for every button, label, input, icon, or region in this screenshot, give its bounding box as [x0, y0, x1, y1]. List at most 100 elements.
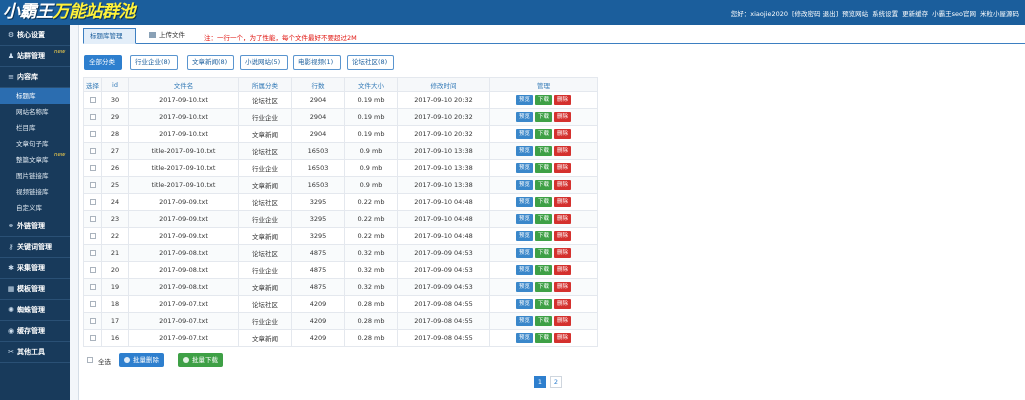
preview-button[interactable]: 预览: [515, 231, 533, 241]
row-checkbox[interactable]: [89, 267, 96, 273]
sidebar-subitem[interactable]: 视频链接库: [0, 184, 70, 200]
sidebar-item[interactable]: ≡ 内容库: [0, 67, 70, 88]
delete-button[interactable]: 删除: [554, 333, 572, 343]
filename-cell: 2017-09-10.txt: [128, 91, 239, 109]
row-checkbox[interactable]: [89, 284, 96, 290]
download-button[interactable]: 下载: [534, 282, 552, 292]
preview-button[interactable]: 预览: [515, 146, 533, 156]
sidebar-subitem[interactable]: 标题库: [0, 88, 70, 104]
download-button[interactable]: 下载: [534, 299, 552, 309]
delete-button[interactable]: 删除: [554, 214, 572, 224]
sidebar-item[interactable]: ✱ 采集管理: [0, 258, 70, 279]
download-button[interactable]: 下载: [534, 197, 552, 207]
row-checkbox[interactable]: [89, 182, 96, 188]
download-button[interactable]: 下载: [534, 163, 552, 173]
preview-button[interactable]: 预览: [515, 265, 533, 275]
batch-download-button[interactable]: 批量下载: [178, 353, 223, 367]
row-checkbox[interactable]: [89, 131, 96, 137]
category-all[interactable]: 全部分类: [84, 55, 122, 70]
batch-delete-button[interactable]: 批量删除: [119, 353, 164, 367]
row-checkbox[interactable]: [89, 233, 96, 239]
preview-button[interactable]: 预览: [515, 299, 533, 309]
download-button[interactable]: 下载: [534, 112, 552, 122]
delete-button[interactable]: 删除: [554, 180, 572, 190]
row-checkbox[interactable]: [89, 335, 96, 341]
delete-button[interactable]: 删除: [554, 112, 572, 122]
row-checkbox[interactable]: [89, 216, 96, 222]
top-nav-link[interactable]: 预览网站: [842, 10, 868, 18]
row-checkbox[interactable]: [89, 97, 96, 103]
delete-button[interactable]: 删除: [554, 299, 572, 309]
row-checkbox[interactable]: [89, 318, 96, 324]
download-button[interactable]: 下载: [534, 214, 552, 224]
top-nav-link[interactable]: 更新缓存: [902, 10, 928, 18]
sidebar-item[interactable]: ✂ 其他工具: [0, 342, 70, 363]
download-button[interactable]: 下载: [534, 95, 552, 105]
sidebar-subitem[interactable]: 栏目库: [0, 120, 70, 136]
row-checkbox[interactable]: [89, 301, 96, 307]
download-button[interactable]: 下载: [534, 146, 552, 156]
delete-button[interactable]: 删除: [554, 197, 572, 207]
sidebar-subitem[interactable]: 网站名称库: [0, 104, 70, 120]
download-button[interactable]: 下载: [534, 316, 552, 326]
top-nav-link[interactable]: 小霸王seo官网: [932, 10, 976, 18]
page-2-button[interactable]: 2: [550, 376, 562, 388]
download-button[interactable]: 下载: [534, 265, 552, 275]
download-button[interactable]: 下载: [534, 129, 552, 139]
tab-title-manage-label: 标题库管理: [90, 32, 123, 40]
delete-button[interactable]: 删除: [554, 163, 572, 173]
preview-button[interactable]: 预览: [515, 316, 533, 326]
preview-button[interactable]: 预览: [515, 248, 533, 258]
row-checkbox[interactable]: [89, 250, 96, 256]
sidebar-item[interactable]: ▦ 模板管理: [0, 279, 70, 300]
delete-button[interactable]: 删除: [554, 265, 572, 275]
download-button[interactable]: 下载: [534, 333, 552, 343]
preview-button[interactable]: 预览: [515, 180, 533, 190]
row-checkbox[interactable]: [89, 165, 96, 171]
delete-button[interactable]: 删除: [554, 95, 572, 105]
file-size-cell: 0.9 mb: [344, 159, 398, 177]
top-nav-link[interactable]: [修改密码 退出]: [792, 10, 838, 18]
sidebar-subitem[interactable]: 图片链接库: [0, 168, 70, 184]
preview-button[interactable]: 预览: [515, 112, 533, 122]
delete-button[interactable]: 删除: [554, 282, 572, 292]
filename-cell: 2017-09-07.txt: [128, 295, 239, 313]
page-1-button[interactable]: 1: [534, 376, 546, 388]
category-industry[interactable]: 行业企业(8): [130, 55, 178, 70]
delete-button[interactable]: 删除: [554, 146, 572, 156]
delete-button[interactable]: 删除: [554, 231, 572, 241]
top-nav-link[interactable]: 米粒小屋源码: [980, 10, 1019, 18]
delete-button[interactable]: 删除: [554, 316, 572, 326]
sidebar-subitem[interactable]: 自定义库: [0, 200, 70, 216]
preview-button[interactable]: 预览: [515, 214, 533, 224]
category-video[interactable]: 电影视频(1): [293, 55, 341, 70]
preview-button[interactable]: 预览: [515, 163, 533, 173]
delete-button[interactable]: 删除: [554, 129, 572, 139]
delete-button[interactable]: 删除: [554, 248, 572, 258]
sidebar-item[interactable]: ◉ 缓存管理: [0, 321, 70, 342]
row-checkbox[interactable]: [89, 114, 96, 120]
preview-button[interactable]: 预览: [515, 129, 533, 139]
sidebar-item[interactable]: ⚭ 外链管理: [0, 216, 70, 237]
preview-button[interactable]: 预览: [515, 197, 533, 207]
row-checkbox[interactable]: [89, 148, 96, 154]
sidebar-item[interactable]: ✺ 蜘蛛管理: [0, 300, 70, 321]
preview-button[interactable]: 预览: [515, 95, 533, 105]
sidebar-item[interactable]: ⚷ 关键词管理: [0, 237, 70, 258]
download-button[interactable]: 下载: [534, 248, 552, 258]
preview-button[interactable]: 预览: [515, 333, 533, 343]
preview-button[interactable]: 预览: [515, 282, 533, 292]
sidebar-item[interactable]: ♟ 站群管理 new: [0, 46, 70, 67]
download-button[interactable]: 下载: [534, 180, 552, 190]
category-news[interactable]: 文章新闻(8): [187, 55, 234, 70]
select-all-checkbox[interactable]: [87, 357, 93, 363]
category-forum[interactable]: 论坛社区(8): [347, 55, 394, 70]
tab-upload[interactable]: 上传文件: [143, 28, 193, 44]
sidebar-subitem[interactable]: 整篇文章库 new: [0, 152, 70, 168]
tab-title-manage[interactable]: 标题库管理: [83, 28, 136, 44]
top-nav-link[interactable]: 系统设置: [872, 10, 898, 18]
row-checkbox[interactable]: [89, 199, 96, 205]
category-novel[interactable]: 小说网站(5): [240, 55, 288, 70]
sidebar-subitem-label: 整篇文章库: [16, 156, 49, 164]
download-button[interactable]: 下载: [534, 231, 552, 241]
